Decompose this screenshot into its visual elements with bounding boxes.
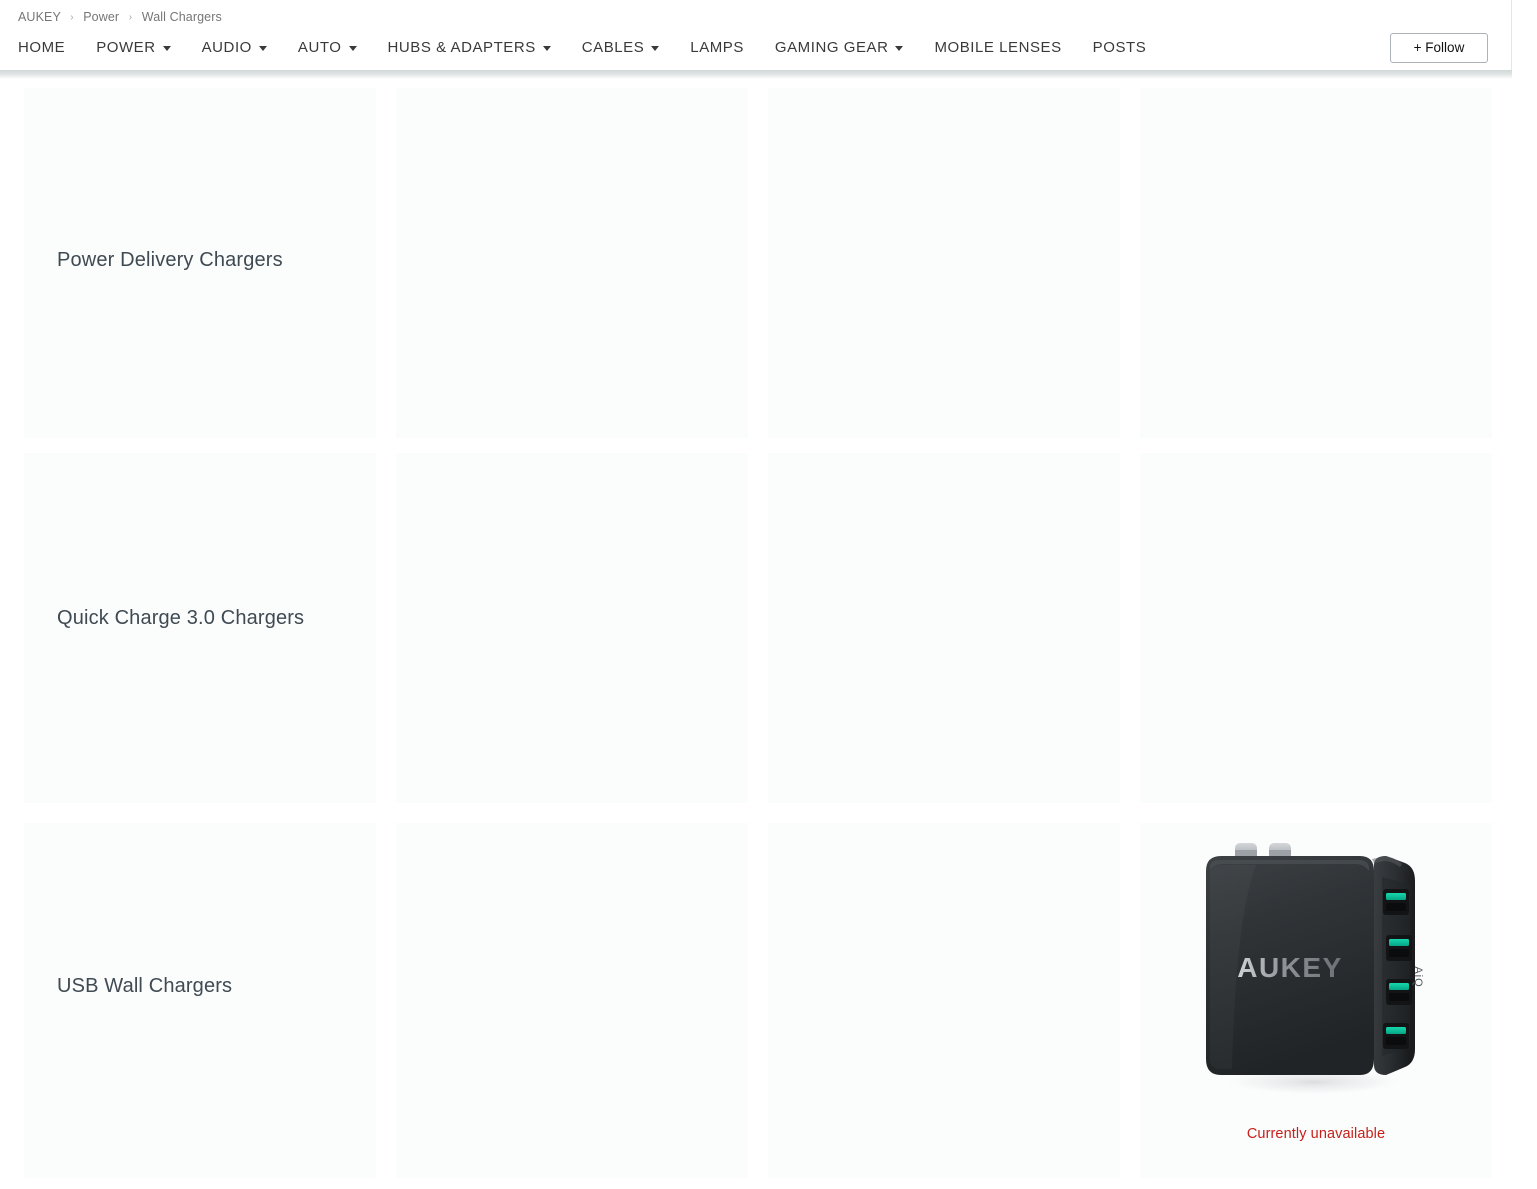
category-title-cell[interactable]: USB Wall Chargers [24, 823, 376, 1178]
nav-item-mobile-lenses[interactable]: MOBILE LENSES [934, 39, 1061, 57]
category-row-quick-charge-chargers: Quick Charge 3.0 Chargers [24, 453, 1493, 803]
chevron-down-icon [542, 45, 551, 51]
breadcrumb-item-wall-chargers[interactable]: Wall Chargers [142, 10, 222, 24]
product-slot[interactable] [396, 823, 748, 1178]
grid-gap [376, 453, 396, 803]
main-navigation: HOME POWER AUDIO AUTO HUBS & ADAPTERS CA… [18, 34, 1146, 62]
nav-item-label: AUDIO [201, 39, 252, 56]
breadcrumb-separator-icon: › [128, 12, 133, 23]
grid-gap [1120, 823, 1140, 1178]
nav-item-label: POWER [96, 39, 156, 56]
product-slot[interactable] [1140, 88, 1492, 438]
breadcrumb-item-aukey[interactable]: AUKEY [18, 10, 61, 24]
nav-item-cables[interactable]: CABLES [582, 39, 660, 57]
category-title-cell[interactable]: Power Delivery Chargers [24, 88, 376, 438]
product-brand-logo: AUKEY [1237, 952, 1343, 983]
nav-item-home[interactable]: HOME [18, 39, 65, 57]
chevron-down-icon [895, 45, 904, 51]
nav-item-gaming-gear[interactable]: GAMING GEAR [775, 39, 904, 57]
site-header: AUKEY › Power › Wall Chargers HOME POWER… [0, 0, 1512, 70]
nav-item-label: CABLES [581, 39, 645, 56]
grid-gap [376, 823, 396, 1178]
nav-item-label: LAMPS [690, 39, 744, 56]
chevron-down-icon [651, 45, 660, 51]
chevron-down-icon [348, 45, 357, 51]
nav-item-label: POSTS [1092, 39, 1147, 56]
product-slot[interactable] [768, 823, 1120, 1178]
product-slot[interactable] [768, 88, 1120, 438]
category-title: Quick Charge 3.0 Chargers [57, 607, 305, 629]
chevron-down-icon [162, 45, 171, 51]
product-image[interactable]: AiQ AUKEY [1196, 837, 1436, 1097]
category-row-power-delivery-chargers: Power Delivery Chargers [24, 88, 1493, 438]
grid-gap [748, 453, 768, 803]
charger-prongs [1235, 843, 1291, 858]
aukey-charger-illustration: AiQ AUKEY [1206, 843, 1424, 1095]
product-slot[interactable] [768, 453, 1120, 803]
follow-button[interactable]: + Follow [1390, 33, 1488, 63]
grid-gap [376, 88, 396, 438]
product-card-aukey-usb-wall-charger[interactable]: AiQ AUKEY Currently unavailable [1140, 823, 1492, 1178]
header-shadow [0, 70, 1512, 79]
nav-item-lamps[interactable]: LAMPS [690, 39, 744, 57]
product-availability-status: Currently unavailable [1246, 1126, 1386, 1142]
nav-item-label: HOME [18, 39, 66, 56]
breadcrumb-item-power[interactable]: Power [83, 10, 119, 24]
nav-item-label: HUBS & ADAPTERS [387, 39, 536, 56]
breadcrumb: AUKEY › Power › Wall Chargers [18, 9, 222, 27]
grid-gap [1120, 88, 1140, 438]
nav-item-label: AUTO [297, 39, 342, 56]
grid-gap [748, 823, 768, 1178]
nav-item-audio[interactable]: AUDIO [202, 39, 267, 57]
nav-item-label: MOBILE LENSES [934, 39, 1062, 56]
product-slot[interactable] [396, 453, 748, 803]
category-title: Power Delivery Chargers [57, 249, 283, 271]
nav-item-power[interactable]: POWER [96, 39, 171, 57]
grid-gap [748, 88, 768, 438]
product-slot[interactable] [396, 88, 748, 438]
product-slot[interactable] [1140, 453, 1492, 803]
category-title-cell[interactable]: Quick Charge 3.0 Chargers [24, 453, 376, 803]
nav-item-label: GAMING GEAR [774, 39, 889, 56]
breadcrumb-separator-icon: › [70, 12, 74, 23]
product-category-grid: Power Delivery Chargers Quick Charge 3.0… [24, 88, 1493, 1178]
grid-gap [1120, 453, 1140, 803]
nav-item-auto[interactable]: AUTO [298, 39, 357, 57]
chevron-down-icon [258, 45, 267, 51]
category-row-usb-wall-chargers: USB Wall Chargers AiQ AUKEY Currently un… [24, 823, 1493, 1178]
product-side-text: AiQ [1412, 966, 1424, 987]
nav-item-hubs-and-adapters[interactable]: HUBS & ADAPTERS [388, 39, 551, 57]
category-title: USB Wall Chargers [57, 975, 233, 997]
nav-item-posts[interactable]: POSTS [1093, 39, 1147, 57]
